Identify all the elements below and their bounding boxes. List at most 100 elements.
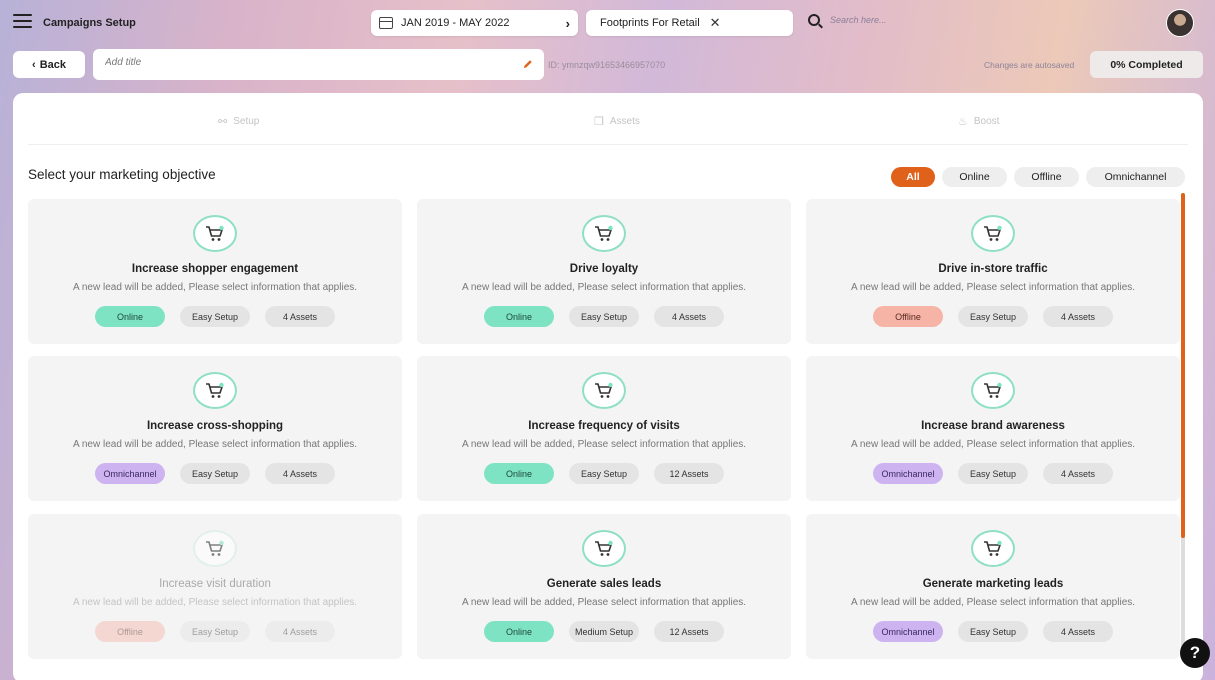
progress-badge: 0% Completed xyxy=(1090,51,1203,78)
filter-all[interactable]: All xyxy=(891,167,935,187)
card-tags: Online Medium Setup 12 Assets xyxy=(484,621,739,642)
objective-card[interactable]: Drive in-store traffic A new lead will be… xyxy=(806,199,1180,344)
autosave-status: Changes are autosaved xyxy=(984,60,1075,70)
setup-tag: Easy Setup xyxy=(958,306,1028,327)
card-title: Generate sales leads xyxy=(546,578,662,590)
cart-icon-badge xyxy=(971,372,1015,409)
title-input[interactable] xyxy=(105,57,505,68)
card-description: A new lead will be added, Please select … xyxy=(850,282,1136,293)
title-field xyxy=(93,49,544,80)
scrollbar-thumb[interactable] xyxy=(1181,193,1185,538)
card-description: A new lead will be added, Please select … xyxy=(72,282,358,293)
channel-tag: Online xyxy=(484,306,554,327)
step-boost[interactable]: ♨ Boost xyxy=(958,115,999,128)
objective-card[interactable]: Increase cross-shopping A new lead will b… xyxy=(28,356,402,501)
assets-tag: 4 Assets xyxy=(265,306,335,327)
setup-tag: Easy Setup xyxy=(958,463,1028,484)
help-button[interactable]: ? xyxy=(1180,638,1210,668)
filter-omnichannel[interactable]: Omnichannel xyxy=(1086,167,1185,187)
cart-icon-badge xyxy=(582,372,626,409)
share-icon: ⚯ xyxy=(218,116,228,128)
date-range-selector[interactable]: JAN 2019 - MAY 2022 › xyxy=(371,10,578,36)
card-title: Drive in-store traffic xyxy=(938,263,1048,275)
objective-card[interactable]: Increase visit duration A new lead will b… xyxy=(28,514,402,659)
objective-card[interactable]: Generate marketing leads A new lead will … xyxy=(806,514,1180,659)
cart-icon xyxy=(984,540,1002,556)
cart-icon-badge xyxy=(582,215,626,252)
channel-tag: Offline xyxy=(873,306,943,327)
card-description: A new lead will be added, Please select … xyxy=(461,439,747,450)
setup-tag: Easy Setup xyxy=(569,306,639,327)
pencil-icon[interactable] xyxy=(523,59,533,69)
card-title: Increase brand awareness xyxy=(921,420,1065,432)
chevron-right-icon[interactable]: › xyxy=(566,16,570,31)
search-input[interactable] xyxy=(830,15,980,25)
card-tags: Offline Easy Setup 4 Assets xyxy=(873,306,1128,327)
assets-tag: 4 Assets xyxy=(265,463,335,484)
store-filter-chip[interactable]: Footprints For Retail ✕ xyxy=(586,10,793,36)
main-panel: ⚯ Setup ❐ Assets ♨ Boost Select your mar… xyxy=(13,93,1203,680)
card-title: Generate marketing leads xyxy=(922,578,1064,590)
rocket-icon: ♨ xyxy=(958,116,968,128)
card-tags: Omnichannel Easy Setup 4 Assets xyxy=(873,463,1128,484)
date-range-label: JAN 2019 - MAY 2022 xyxy=(401,17,510,29)
cart-icon xyxy=(984,382,1002,398)
campaign-id: ID: ymnzqw91653466957070 xyxy=(548,60,666,70)
card-title: Increase visit duration xyxy=(159,578,271,590)
close-icon[interactable]: ✕ xyxy=(710,15,721,31)
card-title: Increase cross-shopping xyxy=(146,420,284,432)
back-label: Back xyxy=(39,58,66,71)
cart-icon xyxy=(984,225,1002,241)
cart-icon-badge xyxy=(193,215,237,252)
cart-icon xyxy=(206,382,224,398)
channel-tag: Omnichannel xyxy=(95,463,165,484)
calendar-icon xyxy=(379,17,393,29)
channel-tag: Omnichannel xyxy=(873,621,943,642)
card-title: Increase shopper engagement xyxy=(131,263,299,275)
assets-tag: 4 Assets xyxy=(1043,306,1113,327)
objective-card[interactable]: Increase brand awareness A new lead will … xyxy=(806,356,1180,501)
chevron-left-icon: ‹ xyxy=(32,58,36,71)
card-tags: Omnichannel Easy Setup 4 Assets xyxy=(95,463,350,484)
card-tags: Online Easy Setup 12 Assets xyxy=(484,463,739,484)
objective-card[interactable]: Increase shopper engagement A new lead wi… xyxy=(28,199,402,344)
filter-online[interactable]: Online xyxy=(942,167,1007,187)
channel-tag: Online xyxy=(484,463,554,484)
cart-icon xyxy=(595,382,613,398)
cart-icon-badge xyxy=(971,215,1015,252)
assets-tag: 4 Assets xyxy=(1043,463,1113,484)
card-description: A new lead will be added, Please select … xyxy=(72,439,358,450)
channel-tag: Online xyxy=(95,306,165,327)
app-title: Campaigns Setup xyxy=(43,17,136,29)
search-icon[interactable] xyxy=(808,14,820,26)
card-title: Drive loyalty xyxy=(569,263,639,275)
objective-card[interactable]: Drive loyalty A new lead will be added, P… xyxy=(417,199,791,344)
setup-tag: Easy Setup xyxy=(180,621,250,642)
cart-icon-badge xyxy=(193,372,237,409)
setup-tag: Easy Setup xyxy=(569,463,639,484)
assets-tag: 12 Assets xyxy=(654,463,724,484)
step-setup[interactable]: ⚯ Setup xyxy=(218,115,259,128)
channel-tag: Omnichannel xyxy=(873,463,943,484)
avatar[interactable] xyxy=(1166,9,1194,37)
cart-icon xyxy=(206,225,224,241)
setup-tag: Medium Setup xyxy=(569,621,639,642)
channel-tag: Offline xyxy=(95,621,165,642)
card-description: A new lead will be added, Please select … xyxy=(72,597,358,608)
setup-tag: Easy Setup xyxy=(180,306,250,327)
card-description: A new lead will be added, Please select … xyxy=(461,282,747,293)
assets-tag: 4 Assets xyxy=(1043,621,1113,642)
filter-offline[interactable]: Offline xyxy=(1014,167,1079,187)
objective-card[interactable]: Generate sales leads A new lead will be a… xyxy=(417,514,791,659)
assets-tag: 4 Assets xyxy=(265,621,335,642)
section-title: Select your marketing objective xyxy=(28,167,216,182)
objective-card[interactable]: Increase frequency of visits A new lead w… xyxy=(417,356,791,501)
setup-tag: Easy Setup xyxy=(958,621,1028,642)
hamburger-menu-icon[interactable] xyxy=(13,14,32,28)
cart-icon-badge xyxy=(971,530,1015,567)
step-assets[interactable]: ❐ Assets xyxy=(594,115,640,128)
back-button[interactable]: ‹ Back xyxy=(13,51,85,78)
setup-tag: Easy Setup xyxy=(180,463,250,484)
cart-icon xyxy=(595,540,613,556)
card-description: A new lead will be added, Please select … xyxy=(850,597,1136,608)
